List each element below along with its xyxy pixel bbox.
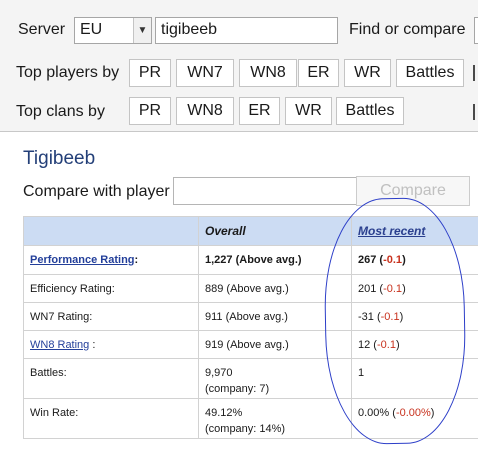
performance-rating-link[interactable]: Performance Rating	[30, 254, 135, 266]
server-select[interactable]: EU ▼	[74, 17, 152, 44]
compare-player-input[interactable]	[173, 177, 357, 205]
wn8-rating-link[interactable]: WN8 Rating	[30, 339, 89, 351]
recent-paren-close: )	[402, 254, 406, 266]
find-or-compare-label: Find or compare	[349, 21, 466, 38]
top-clans-er-button[interactable]: ER	[239, 97, 280, 125]
top-players-battles-button[interactable]: Battles	[396, 59, 464, 87]
header-overall: Overall	[198, 216, 352, 246]
top-clans-battles-button[interactable]: Battles	[336, 97, 404, 125]
server-label: Server	[18, 21, 66, 38]
top-clans-wr-button[interactable]: WR	[285, 97, 332, 125]
find-input[interactable]	[474, 17, 478, 44]
table-row: Efficiency Rating: 889 (Above avg.) 201 …	[23, 274, 478, 303]
row-label: WN7 Rating:	[23, 302, 199, 331]
divider	[473, 104, 475, 120]
recent-delta: -0.1	[383, 282, 403, 295]
table-header-row: Overall Most recent	[23, 216, 478, 246]
overall-value: 889 (Above avg.)	[198, 274, 352, 303]
recent-delta: -0.1	[376, 338, 396, 351]
top-players-wn7-button[interactable]: WN7	[176, 59, 234, 87]
player-name-heading: Tigibeeb	[23, 148, 96, 169]
row-label: WN8 Rating :	[23, 330, 199, 359]
recent-number: 1	[358, 367, 365, 379]
recent-paren-close: )	[395, 338, 400, 351]
player-search-input[interactable]: tigibeeb	[155, 17, 338, 44]
compare-label: Compare with player	[23, 183, 170, 200]
top-clans-label: Top clans by	[16, 103, 105, 120]
recent-paren-close: )	[402, 282, 406, 295]
recent-delta: -0.1	[380, 310, 400, 323]
recent-value: -31 (-0.1)	[351, 302, 478, 331]
recent-delta: -0.00%	[395, 407, 431, 419]
top-players-label: Top players by	[16, 64, 120, 81]
row-label: Win Rate:	[23, 398, 199, 439]
row-label-suffix: :	[89, 338, 96, 351]
overall-main: 49.12%	[205, 407, 243, 419]
recent-number: 12	[358, 338, 371, 351]
recent-number: 267	[358, 254, 377, 266]
chevron-down-icon[interactable]: ▼	[133, 18, 151, 43]
header-most-recent-link[interactable]: Most recent	[351, 216, 478, 246]
top-clans-wn8-button[interactable]: WN8	[176, 97, 234, 125]
overall-sub: (company: 7)	[205, 383, 270, 395]
overall-value: 9,970 (company: 7)	[198, 358, 352, 399]
table-row: WN7 Rating: 911 (Above avg.) -31 (-0.1)	[23, 302, 478, 331]
recent-paren-open: (	[370, 338, 377, 351]
recent-paren-open: (	[373, 310, 381, 323]
recent-paren-open: (	[389, 407, 396, 419]
overall-value: 49.12% (company: 14%)	[198, 398, 352, 439]
top-clans-pr-button[interactable]: PR	[129, 97, 171, 125]
recent-value: 267 (-0.1)	[351, 245, 478, 275]
recent-number: 0.00%	[358, 407, 390, 419]
row-label: Performance Rating:	[23, 245, 199, 275]
top-players-pr-button[interactable]: PR	[129, 59, 171, 87]
row-label: Efficiency Rating:	[23, 274, 199, 303]
top-players-wr-button[interactable]: WR	[344, 59, 391, 87]
recent-delta: -0.1	[383, 254, 403, 266]
overall-sub: (company: 14%)	[205, 423, 286, 435]
recent-value: 0.00% (-0.00%)	[351, 398, 478, 439]
stats-table: Overall Most recent Performance Rating: …	[23, 216, 478, 439]
row-label: Battles:	[23, 358, 199, 399]
table-row: Performance Rating: 1,227 (Above avg.) 2…	[23, 245, 478, 275]
row-label-suffix: :	[134, 254, 139, 266]
overall-main: 9,970	[205, 367, 233, 379]
server-select-value: EU	[80, 21, 103, 38]
table-row: Battles: 9,970 (company: 7) 1	[23, 358, 478, 399]
header-blank	[23, 216, 199, 246]
table-row: WN8 Rating : 919 (Above avg.) 12 (-0.1)	[23, 330, 478, 359]
recent-number: -31	[358, 310, 374, 323]
recent-paren-close: )	[399, 310, 404, 323]
overall-value: 919 (Above avg.)	[198, 330, 352, 359]
compare-button[interactable]: Compare	[356, 176, 470, 206]
top-players-wn8-button[interactable]: WN8	[239, 59, 297, 87]
recent-value: 1	[351, 358, 478, 399]
divider	[473, 65, 475, 81]
top-players-er-button[interactable]: ER	[298, 59, 339, 87]
search-toolbar: Server EU ▼ tigibeeb Find or compare Top…	[0, 0, 478, 132]
overall-value: 911 (Above avg.)	[198, 302, 352, 331]
recent-number: 201	[358, 282, 377, 295]
recent-value: 12 (-0.1)	[351, 330, 478, 359]
recent-paren-close: )	[430, 407, 435, 419]
overall-value: 1,227 (Above avg.)	[198, 245, 352, 275]
recent-value: 201 (-0.1)	[351, 274, 478, 303]
table-row: Win Rate: 49.12% (company: 14%) 0.00% (-0…	[23, 398, 478, 439]
